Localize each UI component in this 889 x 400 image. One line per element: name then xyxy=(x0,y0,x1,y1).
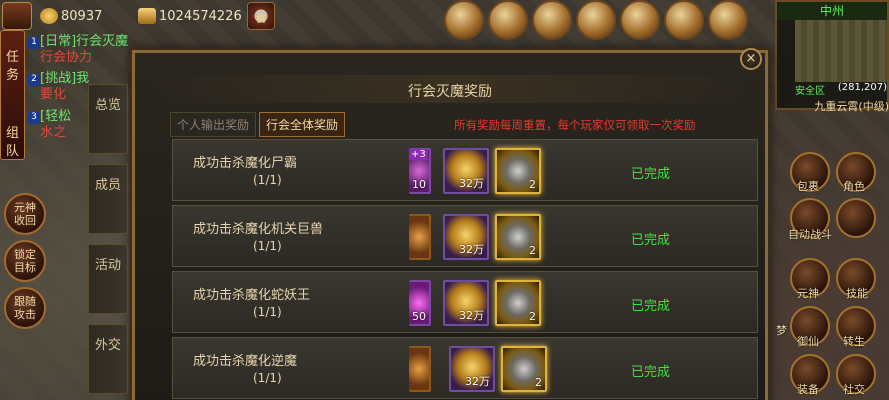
task-progress: (1/1) xyxy=(253,305,282,319)
reward-tabs: 个人输出奖励 行会全体奖励 xyxy=(170,112,348,137)
reward-item-pink[interactable]: 50 xyxy=(409,280,431,326)
gold-amount: 80937 xyxy=(61,8,103,24)
side-tab-diplomacy[interactable]: 外交 xyxy=(88,324,128,394)
reward-qty: 2 xyxy=(529,310,536,323)
safe-zone-label: 安全区 xyxy=(795,86,825,97)
task-name: 成功击杀魔化机关巨兽 xyxy=(193,222,324,237)
top-status-bar: 80937 1024574226 挑 xyxy=(0,0,300,32)
tab-personal-reward[interactable]: 个人输出奖励 xyxy=(170,112,257,137)
feature-icon-6[interactable] xyxy=(664,0,704,40)
map-region-name: 中州 xyxy=(777,2,887,20)
quest-item[interactable]: [轻松 水之 xyxy=(40,109,71,141)
task-status: 已完成 xyxy=(631,299,671,314)
reward-qty: 2 xyxy=(535,376,542,389)
reward-notice: 所有奖励每周重置，每个玩家仅可领取一次奖励 xyxy=(454,118,696,132)
reward-item-stone[interactable]: 2 xyxy=(495,280,541,326)
dream-label: 梦 xyxy=(776,324,787,337)
follow-attack-button[interactable]: 跟随攻击 xyxy=(4,287,46,329)
side-tab-activity[interactable]: 活动 xyxy=(88,244,128,314)
minimap[interactable]: 中州 安全区 (281,207) 九重云霄(中级) xyxy=(775,0,889,113)
quest-item[interactable]: [日常]行会灭魔 行会协力 xyxy=(40,34,128,66)
bag-label: 包裹 xyxy=(797,180,819,193)
auto-battle-label: 自动战斗 xyxy=(788,228,832,241)
quest-item[interactable]: [挑战]我 要化 xyxy=(40,71,89,103)
reward-qty: 2 xyxy=(529,244,536,257)
reward-item-stone[interactable]: 2 xyxy=(501,346,547,392)
quest-number: 1 xyxy=(28,37,40,49)
reward-qty: 32万 xyxy=(465,375,490,388)
reward-qty: 32万 xyxy=(459,243,484,256)
quest-number: 2 xyxy=(28,74,40,86)
vip-icon[interactable] xyxy=(488,0,528,40)
task-name: 成功击杀魔化蛇妖王 xyxy=(193,288,311,303)
ingot-amount: 1024574226 xyxy=(159,8,242,24)
reward-qty: 32万 xyxy=(459,309,484,322)
reward-qty: 10 xyxy=(412,178,426,191)
map-coordinates: (281,207) xyxy=(837,82,887,93)
royal-immortal-label: 御仙 xyxy=(797,335,819,348)
social-label: 社交 xyxy=(843,383,865,396)
quest-tab-label: 任务 xyxy=(5,50,19,83)
task-progress: (1/1) xyxy=(253,239,282,253)
reward-item-stone[interactable]: 2 xyxy=(495,214,541,260)
map-area[interactable] xyxy=(795,20,887,82)
reward-row: 成功击杀魔化机关巨兽 (1/1) 32万 2 已完成 xyxy=(172,205,758,267)
ingot-counter: 1024574226 xyxy=(138,8,242,24)
role-label: 角色 xyxy=(843,180,865,193)
map-footer: 安全区 (281,207) xyxy=(795,82,887,97)
player-avatar[interactable] xyxy=(2,2,32,30)
gold-coin-icon xyxy=(40,8,58,24)
task-progress: (1/1) xyxy=(253,173,282,187)
task-status: 已完成 xyxy=(631,365,671,380)
lock-target-button[interactable]: 锁定目标 xyxy=(4,240,46,282)
feature-icon-7[interactable] xyxy=(708,0,748,40)
task-name: 成功击杀魔化逆魔 xyxy=(193,354,298,369)
task-status: 已完成 xyxy=(631,167,671,182)
reward-badge: +3 xyxy=(409,149,428,160)
element-spirit-label: 元神 xyxy=(797,287,819,300)
reward-row: 成功击杀魔化逆魔 (1/1) 32万 2 已完成 xyxy=(172,337,758,399)
close-button[interactable]: × xyxy=(740,48,762,70)
reward-qty: 2 xyxy=(529,178,536,191)
recall-spirit-button[interactable]: 元神收回 xyxy=(4,193,46,235)
equip-label: 装备 xyxy=(797,383,819,396)
rebirth-label: 转生 xyxy=(843,335,865,348)
task-name: 成功击杀魔化尸霸 xyxy=(193,156,298,171)
tab-guild-reward[interactable]: 行会全体奖励 xyxy=(259,112,346,137)
reward-row: 成功击杀魔化尸霸 (1/1) +3 10 32万 2 已完成 xyxy=(172,139,758,201)
dialog-title: 行会灭魔奖励 xyxy=(408,84,492,100)
feature-icon-3[interactable] xyxy=(532,0,572,40)
diamond-menu-button[interactable] xyxy=(836,198,876,238)
quest-side-tab[interactable]: 任务 组队 xyxy=(0,30,25,160)
gold-counter: 80937 xyxy=(40,8,102,24)
reward-item-gold[interactable]: 32万 xyxy=(443,214,489,260)
reward-item-equipment[interactable] xyxy=(409,346,431,392)
reward-list: 成功击杀魔化尸霸 (1/1) +3 10 32万 2 已完成 成功击杀魔化机关巨… xyxy=(172,139,758,400)
gold-ingot-icon xyxy=(138,8,156,24)
challenge-skull-icon[interactable]: 挑 xyxy=(247,2,275,30)
reward-row: 成功击杀魔化蛇妖王 (1/1) 50 32万 2 已完成 xyxy=(172,271,758,333)
reward-item-gold[interactable]: 32万 xyxy=(443,148,489,194)
reward-item-purple[interactable]: +3 10 xyxy=(409,148,431,194)
guild-side-tabs: 总览 成员 活动 外交 xyxy=(88,84,130,400)
quest-number: 3 xyxy=(28,112,40,124)
feature-icon-4[interactable] xyxy=(576,0,616,40)
reward-item-equipment[interactable] xyxy=(409,214,431,260)
reward-qty: 32万 xyxy=(459,177,484,190)
team-tab-label: 组队 xyxy=(5,126,19,159)
task-status: 已完成 xyxy=(631,233,671,248)
reward-qty: 50 xyxy=(412,310,426,323)
side-tab-overview[interactable]: 总览 xyxy=(88,84,128,154)
side-tab-members[interactable]: 成员 xyxy=(88,164,128,234)
reward-item-gold[interactable]: 32万 xyxy=(443,280,489,326)
reward-item-stone[interactable]: 2 xyxy=(495,148,541,194)
feature-icon-5[interactable] xyxy=(620,0,660,40)
map-sublocation: 九重云霄(中级) xyxy=(814,100,889,113)
task-progress: (1/1) xyxy=(253,371,282,385)
feature-icon-1[interactable] xyxy=(444,0,484,40)
skill-label: 技能 xyxy=(846,287,868,300)
reward-item-gold[interactable]: 32万 xyxy=(449,346,495,392)
